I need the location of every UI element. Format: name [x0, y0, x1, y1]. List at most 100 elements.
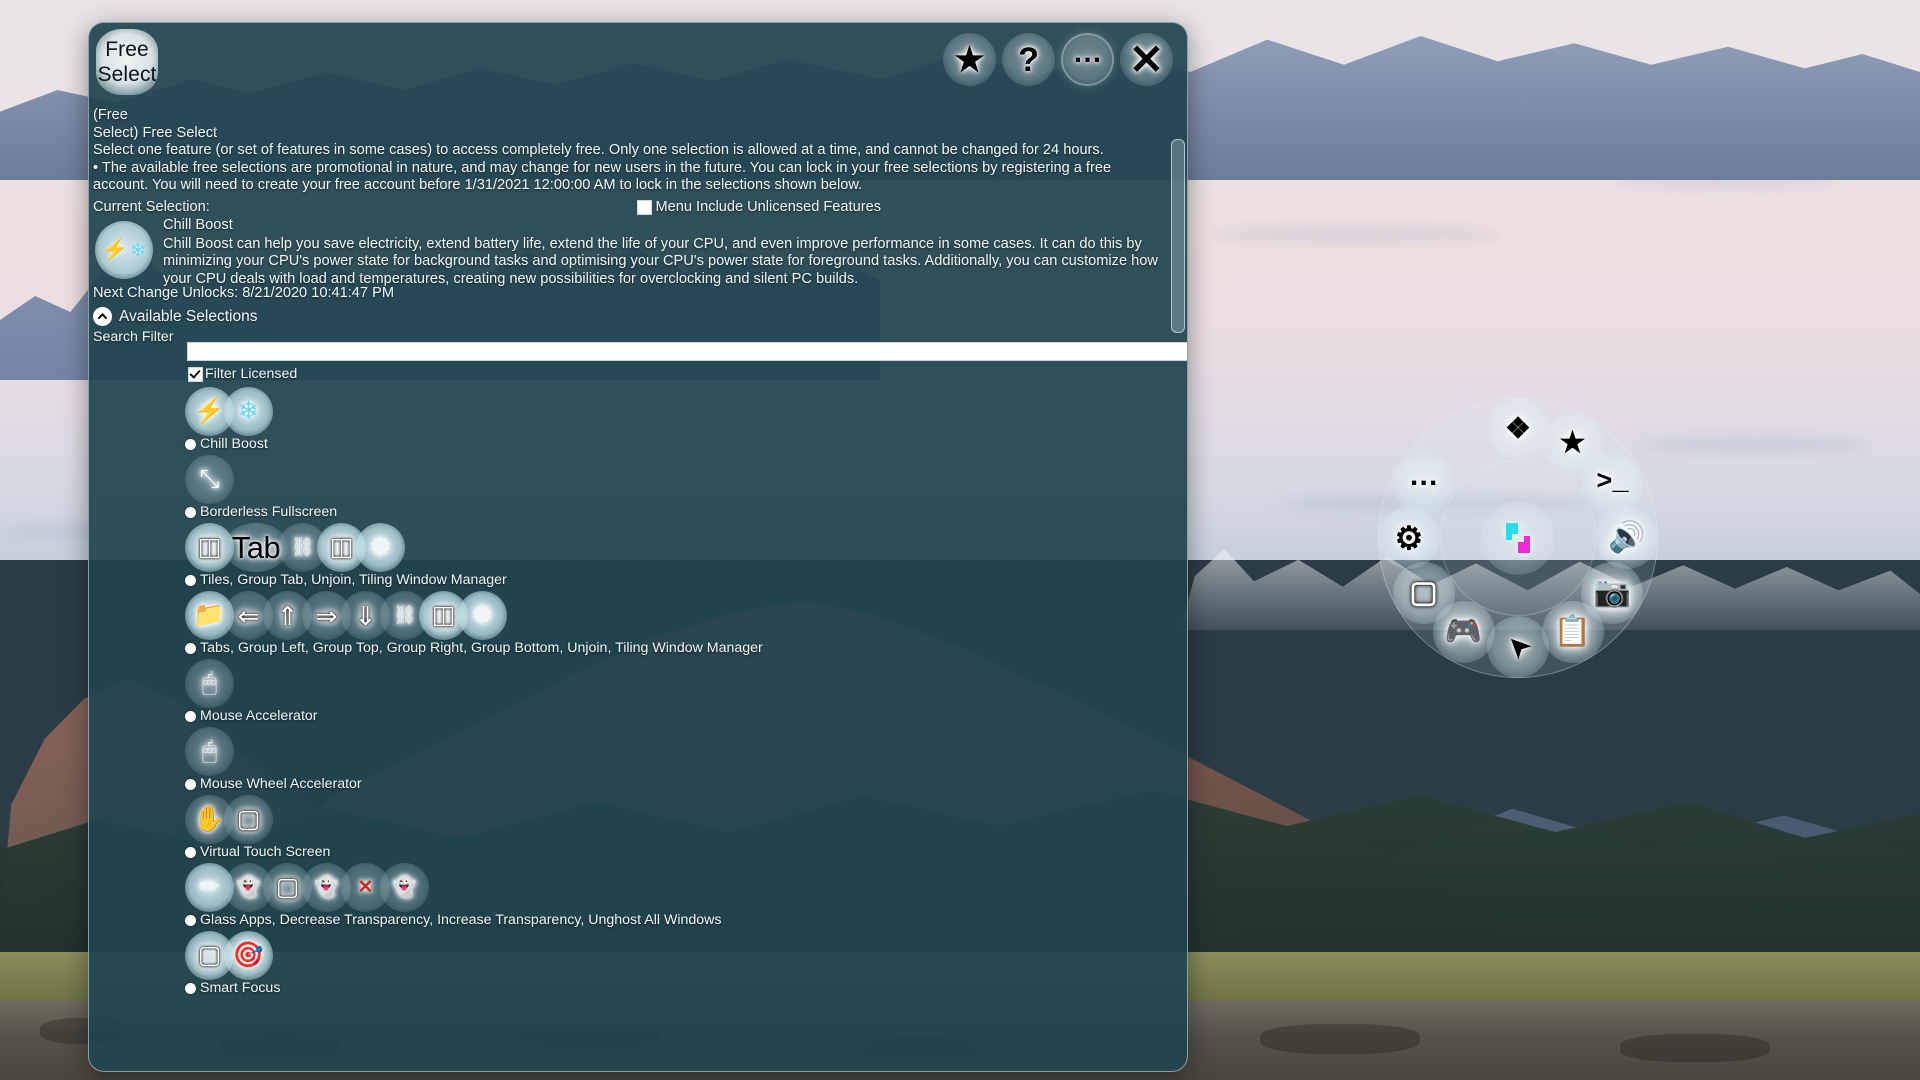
- ghost-icon-glyph: 👻: [236, 877, 261, 898]
- checkbox-label: Menu Include Unlicensed Features: [655, 199, 881, 215]
- current-selection-row: Current Selection: Menu Include Unlicens…: [93, 199, 1161, 215]
- favorites-star-icon: ★: [1559, 427, 1586, 460]
- app-logo-icon: [1506, 523, 1530, 553]
- settings-gears-icon: ⚙: [1394, 520, 1424, 556]
- screen-icon: ▢: [224, 795, 273, 844]
- available-selections-header[interactable]: Available Selections: [93, 307, 257, 326]
- selection-item-label: Tabs, Group Left, Group Top, Group Right…: [200, 640, 763, 656]
- dialog-titlebar: Free Select ★ ? … ✕: [89, 23, 1187, 95]
- radial-item-clipboard[interactable]: 📋: [1541, 601, 1604, 664]
- breadcrumb-line-2: Select) Free Select: [93, 124, 218, 141]
- close-button[interactable]: ✕: [1120, 33, 1173, 86]
- folder-tabs-icon-glyph: 📁: [193, 601, 226, 629]
- selection-item-radio-row[interactable]: Borderless Fullscreen: [185, 504, 1187, 520]
- more-ellipsis-icon: …: [1408, 458, 1439, 492]
- question-mark-icon: ?: [1018, 40, 1039, 79]
- radial-menu[interactable]: ❖ ★ >_ 🔊 📷 📋 ➤ 🎮 ▢ ⚙…: [1378, 398, 1658, 678]
- selection-item-radio-row[interactable]: Tiles, Group Tab, Unjoin, Tiling Window …: [185, 572, 1187, 588]
- split-panes-icon-glyph: ◫: [329, 533, 354, 561]
- selection-item-radio-row[interactable]: Mouse Accelerator: [185, 708, 1187, 724]
- radial-item-move[interactable]: ❖: [1487, 398, 1549, 460]
- selection-item-icons: ⚡ ❄: [185, 387, 1187, 436]
- radial-item-window[interactable]: ▢: [1392, 561, 1455, 624]
- selection-item-label: Mouse Wheel Accelerator: [200, 776, 362, 792]
- chevron-up-icon: [93, 307, 112, 326]
- breadcrumb-line-1: (Free: [93, 107, 128, 123]
- close-icon: ✕: [1128, 35, 1165, 83]
- selection-radio-button[interactable]: [185, 642, 196, 654]
- help-button[interactable]: ?: [1002, 33, 1055, 86]
- screen-icon-glyph: ▢: [236, 805, 261, 833]
- window-icon-glyph: ▢: [275, 873, 300, 901]
- badge-line-1: Free: [105, 38, 149, 61]
- intro-text-block: (Free Select) Free Select Select one fea…: [93, 107, 1153, 195]
- terminal-icon: >_: [1596, 468, 1629, 498]
- selection-radio-button[interactable]: [185, 778, 196, 790]
- selection-item[interactable]: 📁 ⇐ ⇑ ⇒ ⇓ ⛓ ◫ ⚙ Tabs, Group Left, Group Top, Gro…: [185, 591, 1187, 656]
- snowflake-icon-glyph: ❄: [238, 397, 259, 425]
- selection-item[interactable]: ✋ ▢ Virtual Touch Screen: [185, 795, 1187, 860]
- selection-item[interactable]: ⚡ ❄ Chill Boost: [185, 387, 1187, 452]
- selection-item-radio-row[interactable]: Virtual Touch Screen: [185, 844, 1187, 860]
- selection-item-label: Tiles, Group Tab, Unjoin, Tiling Window …: [200, 572, 507, 588]
- radial-item-terminal[interactable]: >_: [1581, 452, 1644, 515]
- selection-item-icons: ▢ 🎯: [185, 931, 1187, 980]
- dialog-scrollbar[interactable]: [1171, 139, 1185, 333]
- radial-item-more-ellipsis[interactable]: …: [1392, 452, 1455, 515]
- checkbox-box: [637, 199, 653, 215]
- selection-radio-button[interactable]: [185, 982, 196, 994]
- selection-radio-button[interactable]: [185, 506, 196, 518]
- red-x-icon-glyph: ✕: [357, 877, 374, 898]
- tab-text: Tab: [231, 530, 281, 565]
- selection-item-label: Chill Boost: [200, 436, 268, 452]
- selection-item-radio-row[interactable]: Mouse Wheel Accelerator: [185, 776, 1187, 792]
- selection-item[interactable]: ✏ 👻 ▢ 👻 ✕ 👻 Glass Apps, Decrease Transparency,…: [185, 863, 1187, 928]
- free-select-badge: Free Select: [96, 29, 158, 95]
- cloud: [1210, 228, 1500, 241]
- search-filter-input[interactable]: [187, 342, 1187, 361]
- selection-item-icons: 🖱: [185, 727, 1187, 776]
- hand-icon-glyph: ✋: [193, 805, 226, 833]
- arrow-up-icon-glyph: ⇑: [276, 600, 299, 631]
- favorite-button[interactable]: ★: [943, 33, 996, 86]
- target-dart-icon: 🎯: [224, 931, 273, 980]
- checkbox-box: [188, 366, 203, 382]
- clipboard-icon: 📋: [1553, 615, 1592, 649]
- current-selection-icon: ⚡ ❄: [95, 221, 153, 279]
- selection-item[interactable]: ◫ Tab ⛓ ◫ ⚙ Tiles, Group Tab, Unjoin, Tiling …: [185, 523, 1187, 588]
- more-options-button[interactable]: …: [1061, 33, 1114, 86]
- rock-detail: [1260, 1024, 1420, 1054]
- selection-radio-button[interactable]: [185, 574, 196, 586]
- current-selection-text: Chill Boost Chill Boost can help you sav…: [163, 217, 1165, 288]
- intro-description: Select one feature (or set of features i…: [93, 142, 1104, 158]
- selection-radio-button[interactable]: [185, 914, 196, 926]
- mouse-speed-icon: 🖱: [185, 659, 234, 708]
- gamepad-icon: 🎮: [1444, 615, 1483, 649]
- selection-item[interactable]: ⤡ Borderless Fullscreen: [185, 455, 1187, 520]
- menu-include-unlicensed-checkbox[interactable]: Menu Include Unlicensed Features: [637, 199, 1161, 215]
- intro-bullet: • The available free selections are prom…: [93, 159, 1112, 194]
- selection-radio-button[interactable]: [185, 846, 196, 858]
- selection-item-radio-row[interactable]: Glass Apps, Decrease Transparency, Incre…: [185, 912, 1187, 928]
- selection-item[interactable]: 🖱 Mouse Accelerator: [185, 659, 1187, 724]
- chain-link-icon-glyph: ⛓: [392, 605, 417, 626]
- snowflake-icon: ❄: [224, 387, 273, 436]
- selection-item[interactable]: 🖱 Mouse Wheel Accelerator: [185, 727, 1187, 792]
- selection-item-radio-row[interactable]: Tabs, Group Left, Group Top, Group Right…: [185, 640, 1187, 656]
- filter-licensed-checkbox[interactable]: Filter Licensed: [188, 366, 297, 382]
- free-select-dialog: Free Select ★ ? … ✕ (Free Select) Free S…: [88, 22, 1188, 1072]
- selection-item-radio-row[interactable]: Chill Boost: [185, 436, 1187, 452]
- ghost-icon-glyph: 👻: [314, 877, 339, 898]
- radial-menu-center-button[interactable]: [1481, 501, 1555, 575]
- selection-item[interactable]: ▢ 🎯 Smart Focus: [185, 931, 1187, 996]
- selection-radio-button[interactable]: [185, 438, 196, 450]
- selection-item-radio-row[interactable]: Smart Focus: [185, 980, 1187, 996]
- radial-item-cursor-pointer[interactable]: ➤: [1487, 616, 1549, 678]
- selection-item-label: Virtual Touch Screen: [200, 844, 331, 860]
- radial-item-volume-speaker[interactable]: 🔊: [1596, 507, 1658, 569]
- selection-radio-button[interactable]: [185, 710, 196, 722]
- scrollbar-thumb[interactable]: [1171, 139, 1185, 333]
- pencil-icon-glyph: ✏: [199, 873, 220, 901]
- radial-item-settings-gears[interactable]: ⚙: [1378, 507, 1440, 569]
- chain-link-icon-glyph: ⛓: [290, 537, 315, 558]
